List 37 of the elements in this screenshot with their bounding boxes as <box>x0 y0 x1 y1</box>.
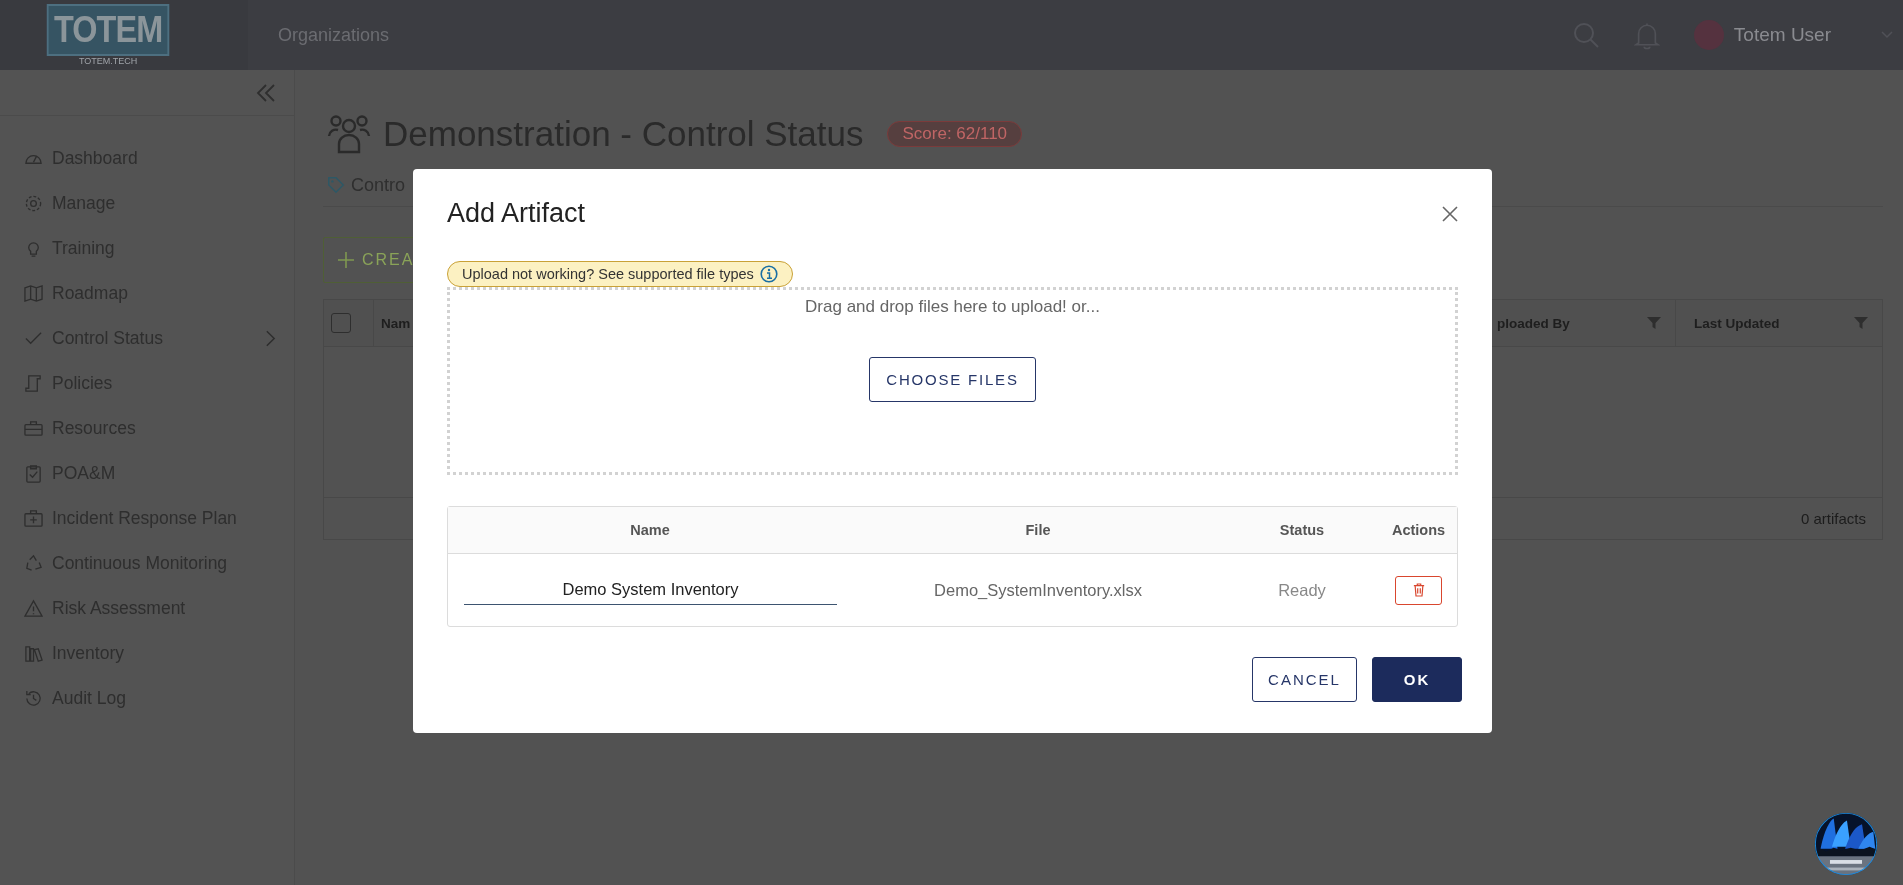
map-icon <box>24 284 43 303</box>
plus-icon <box>338 252 354 268</box>
dialog-title: Add Artifact <box>447 198 586 229</box>
books-icon <box>24 644 43 663</box>
table-cell-text: Demo_SystemInventory.xlsx <box>933 580 1143 600</box>
drop-zone-text: Drag and drop files here to upload! or... <box>805 297 1100 317</box>
filter-icon[interactable] <box>1647 316 1661 330</box>
checkbox[interactable] <box>331 313 351 333</box>
recycle-icon <box>24 554 43 573</box>
column-header: File <box>1024 522 1052 538</box>
chevron-right-icon[interactable] <box>265 329 276 348</box>
filter-icon[interactable] <box>1854 316 1868 330</box>
cancel-button[interactable]: CANCEL <box>1252 657 1357 702</box>
user-menu[interactable]: Totem User <box>1693 20 1893 50</box>
users-icon <box>327 112 371 156</box>
drop-zone[interactable]: Drag and drop files here to upload! or... CHOOSE FILES <box>447 287 1458 475</box>
warning-icon <box>24 599 43 618</box>
delete-button[interactable] <box>1395 575 1442 605</box>
medical-kit-icon <box>24 509 43 528</box>
score-badge: Score: 62/110 <box>887 121 1023 147</box>
clipboard-icon <box>24 464 43 483</box>
column-header: Actions <box>1390 522 1447 538</box>
trash-icon <box>1412 583 1425 597</box>
info-icon[interactable] <box>759 265 778 283</box>
document-icon <box>24 374 43 393</box>
column-header: Status <box>1278 522 1326 538</box>
close-icon[interactable] <box>1442 205 1458 222</box>
table-cell-text: Ready <box>1277 580 1327 600</box>
gear-icon <box>24 194 43 213</box>
collapse-icon[interactable] <box>256 82 276 103</box>
column-header: Name <box>629 522 671 538</box>
tag-icon <box>327 176 345 194</box>
notice-badge[interactable]: Upload not working? See supported file types <box>447 261 793 287</box>
history-icon <box>24 689 43 708</box>
briefcase-icon <box>24 419 43 438</box>
ok-button[interactable]: OK <box>1372 657 1462 702</box>
choose-files-button[interactable]: CHOOSE FILES <box>869 357 1036 402</box>
